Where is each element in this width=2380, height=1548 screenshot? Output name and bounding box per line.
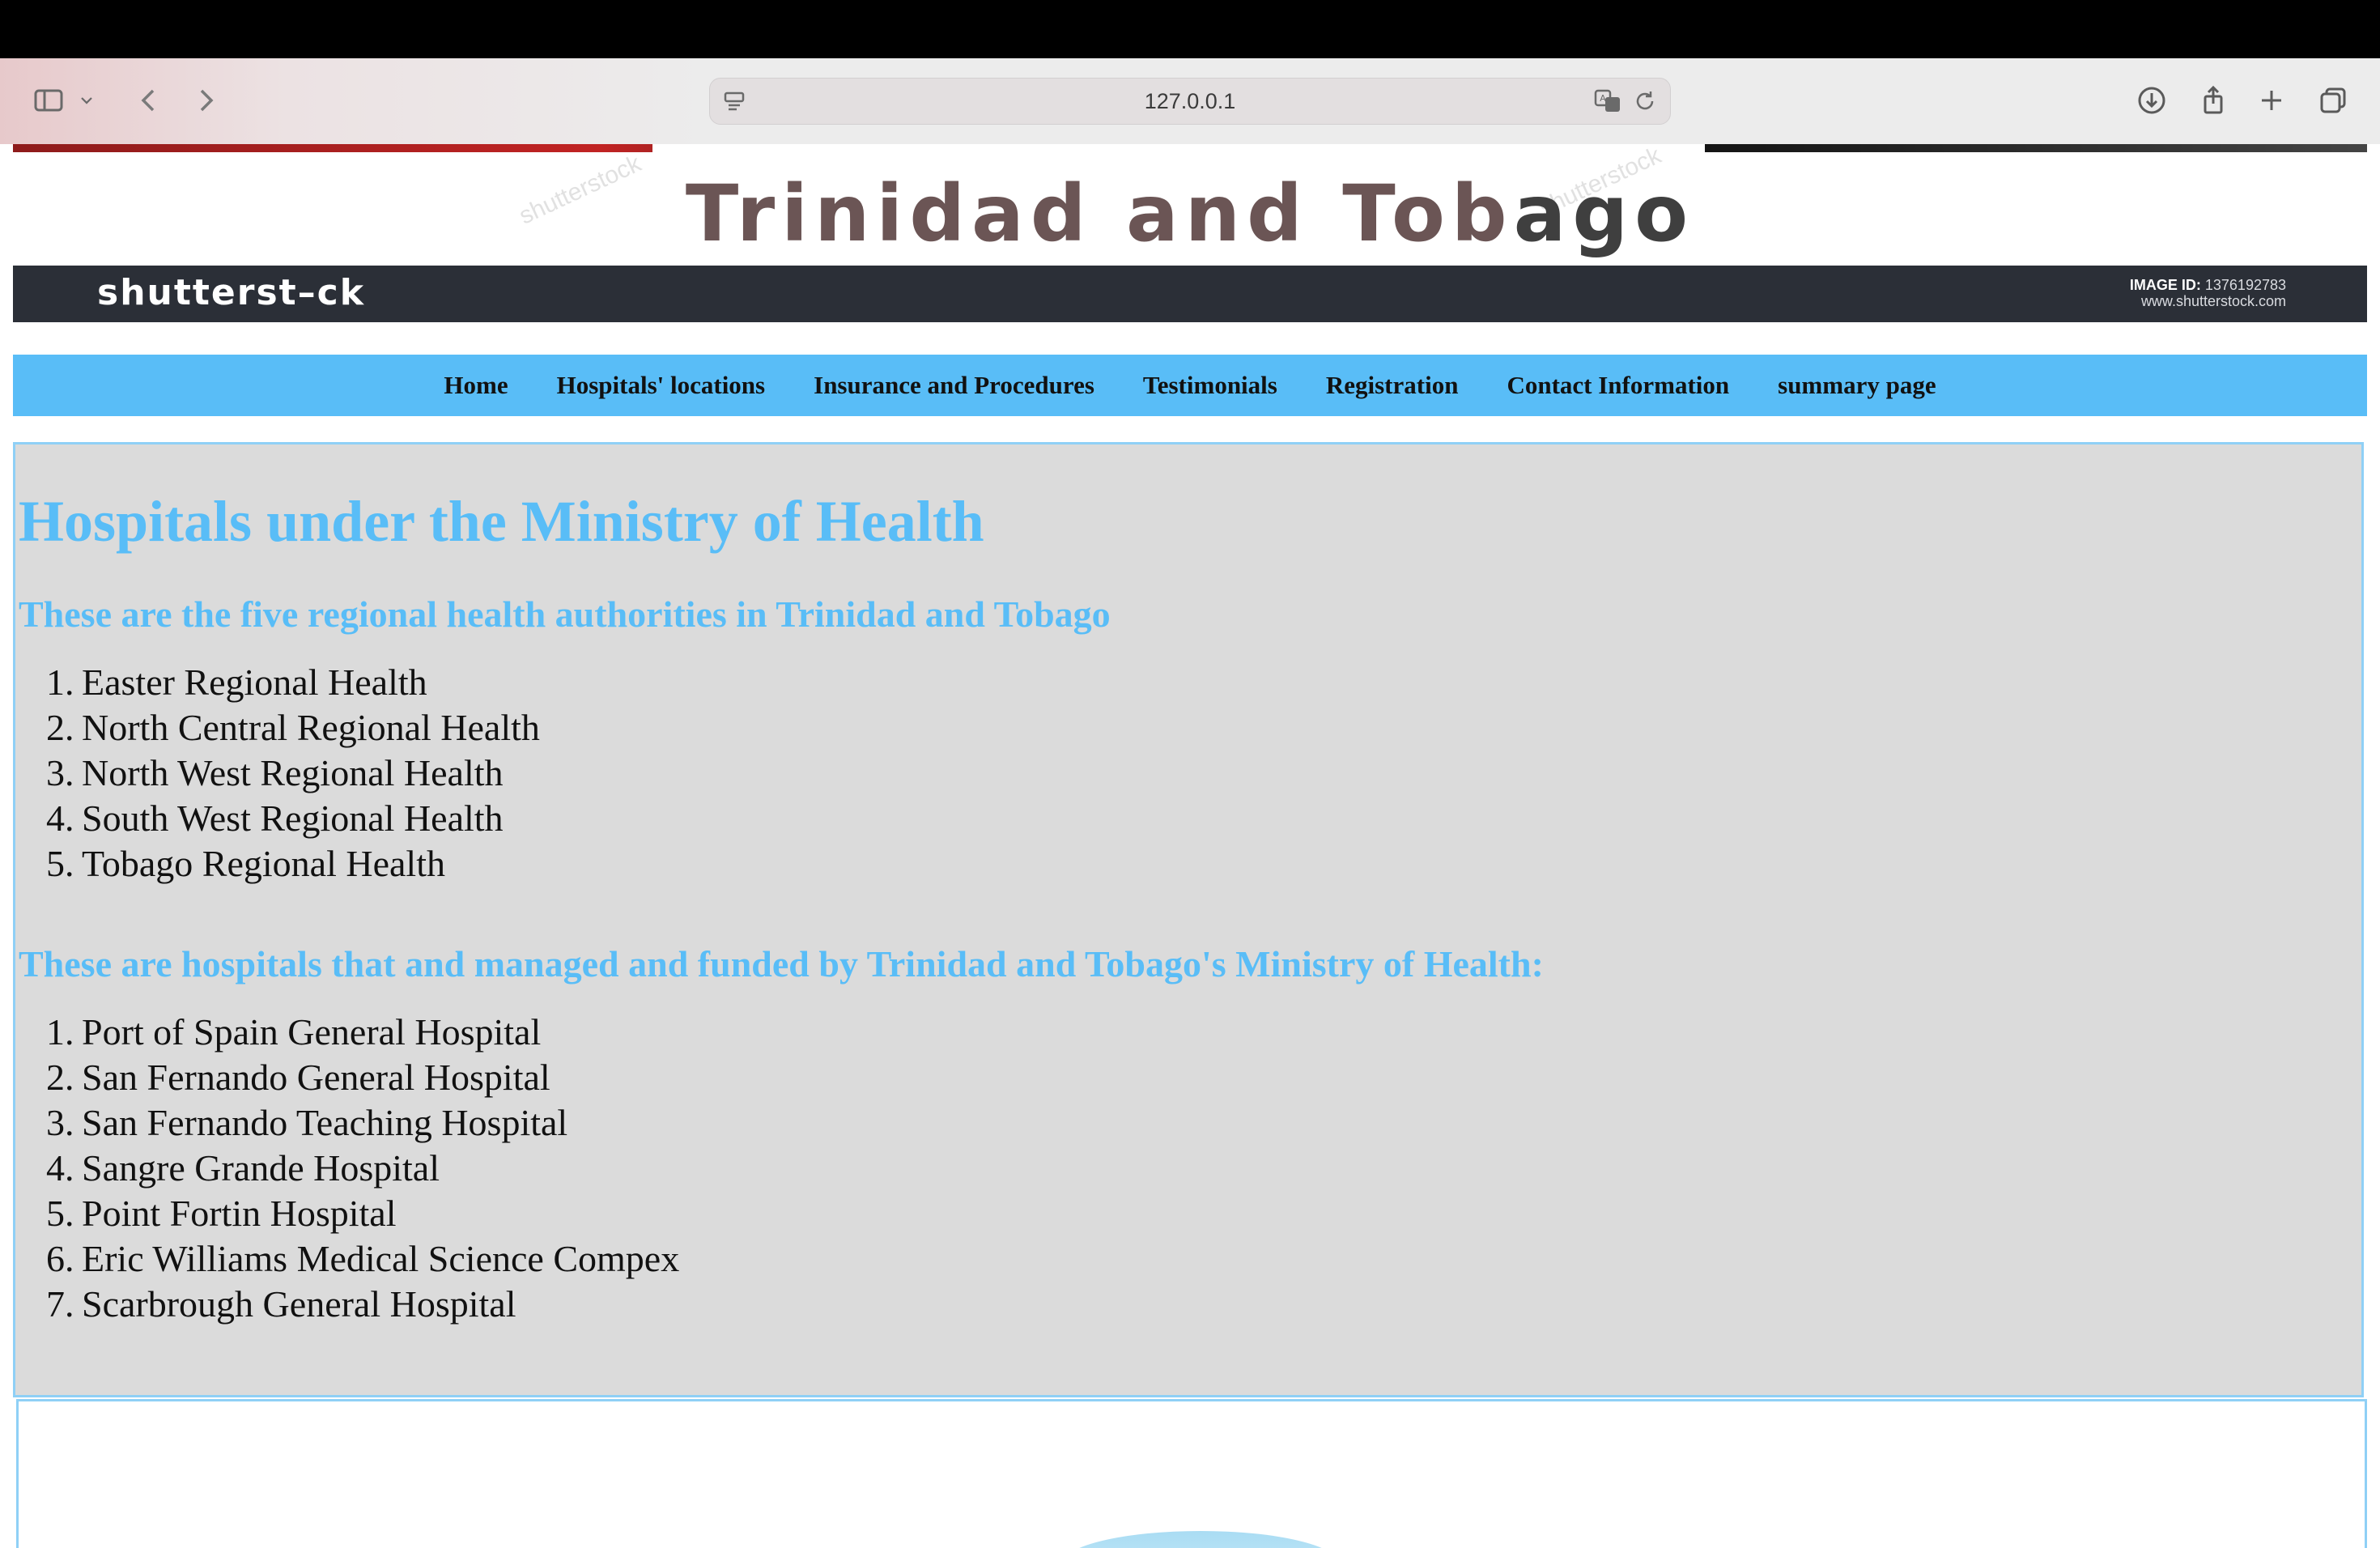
header-banner-image: shutterstock shutterstock Trinidad and T…: [13, 144, 2367, 322]
main-nav: Home Hospitals' locations Insurance and …: [13, 355, 2367, 416]
list-item: 3. North West Regional Health: [46, 752, 504, 793]
translate-icon[interactable]: A: [1594, 87, 1621, 115]
share-icon: [2204, 85, 2223, 114]
url-text: 127.0.0.1: [1144, 89, 1236, 113]
image-id-label: IMAGE ID:: [2129, 277, 2201, 293]
chevron-down-icon: [81, 97, 92, 104]
reload-icon[interactable]: [1631, 87, 1659, 115]
sidebar-icon: [34, 89, 63, 112]
tabs-icon: [2320, 87, 2346, 113]
back-button[interactable]: [128, 79, 170, 121]
banner-title-part: ago: [1513, 168, 1695, 259]
hospitals-section: Hospitals under the Ministry of Health T…: [13, 442, 2364, 1397]
list-item: 2. San Fernando General Hospital: [46, 1057, 550, 1098]
sidebar-menu-button[interactable]: [74, 79, 99, 121]
list-item: 5. Tobago Regional Health: [46, 843, 445, 884]
forward-button[interactable]: [185, 79, 227, 121]
svg-text:A: A: [1600, 93, 1606, 104]
share-button[interactable]: [2192, 79, 2234, 121]
tab-overview-button[interactable]: [2312, 79, 2354, 121]
sidebar-toggle-button[interactable]: [28, 79, 70, 121]
list-item: 5. Point Fortin Hospital: [46, 1193, 397, 1234]
list-item: 7. Scarbrough General Hospital: [46, 1283, 516, 1325]
list-item: 1. Easter Regional Health: [46, 661, 427, 703]
nav-hospitals-locations[interactable]: Hospitals' locations: [557, 371, 766, 400]
image-id: IMAGE ID: 1376192783 www.shutterstock.co…: [2130, 277, 2286, 309]
list-item: 4. South West Regional Health: [46, 797, 504, 839]
authorities-heading: These are the five regional health autho…: [19, 593, 1111, 635]
download-icon: [2138, 87, 2165, 114]
banner-top-fragment: [652, 144, 1705, 152]
nav-summary-page[interactable]: summary page: [1778, 371, 1936, 400]
page-viewport: shutterstock shutterstock Trinidad and T…: [0, 144, 2380, 1548]
list-item: 1. Port of Spain General Hospital: [46, 1011, 542, 1053]
partial-image: [1063, 1531, 1338, 1548]
chevron-right-icon: [200, 89, 214, 112]
image-id-value: 1376192783: [2204, 277, 2286, 293]
plus-icon: [2262, 91, 2281, 110]
nav-testimonials[interactable]: Testimonials: [1143, 371, 1277, 400]
lower-content-box: [16, 1399, 2367, 1548]
page-title: Hospitals under the Ministry of Health: [19, 489, 984, 554]
authorities-list: 1. Easter Regional Health 2. North Central…: [19, 660, 540, 887]
nav-contact-information[interactable]: Contact Information: [1507, 371, 1729, 400]
new-tab-button[interactable]: [2250, 79, 2293, 121]
list-item: 2. North Central Regional Health: [46, 707, 540, 748]
chevron-left-icon: [141, 89, 155, 112]
browser-toolbar: 127.0.0.1 A: [0, 58, 2380, 145]
list-item: 6. Eric Williams Medical Science Compex: [46, 1238, 680, 1279]
hospitals-heading: These are hospitals that and managed and…: [19, 943, 1544, 985]
nav-registration[interactable]: Registration: [1326, 371, 1459, 400]
hospitals-list: 1. Port of Spain General Hospital 2. San F…: [19, 1010, 679, 1327]
shutterstock-logo: shutterst–ck: [97, 272, 366, 313]
downloads-button[interactable]: [2131, 79, 2173, 121]
list-item: 4. Sangre Grande Hospital: [46, 1147, 440, 1189]
banner-title-part: Trinidad and Tob: [685, 168, 1514, 259]
address-bar[interactable]: 127.0.0.1 A: [709, 78, 1671, 125]
banner-footer-bar: shutterst–ck IMAGE ID: 1376192783 www.sh…: [13, 266, 2367, 322]
list-item: 3. San Fernando Teaching Hospital: [46, 1102, 568, 1143]
banner-title: Trinidad and Tobago: [13, 168, 2367, 259]
system-menu-bar: [0, 0, 2380, 58]
nav-home[interactable]: Home: [444, 371, 508, 400]
nav-insurance-procedures[interactable]: Insurance and Procedures: [814, 371, 1094, 400]
image-site: www.shutterstock.com: [2140, 293, 2286, 309]
